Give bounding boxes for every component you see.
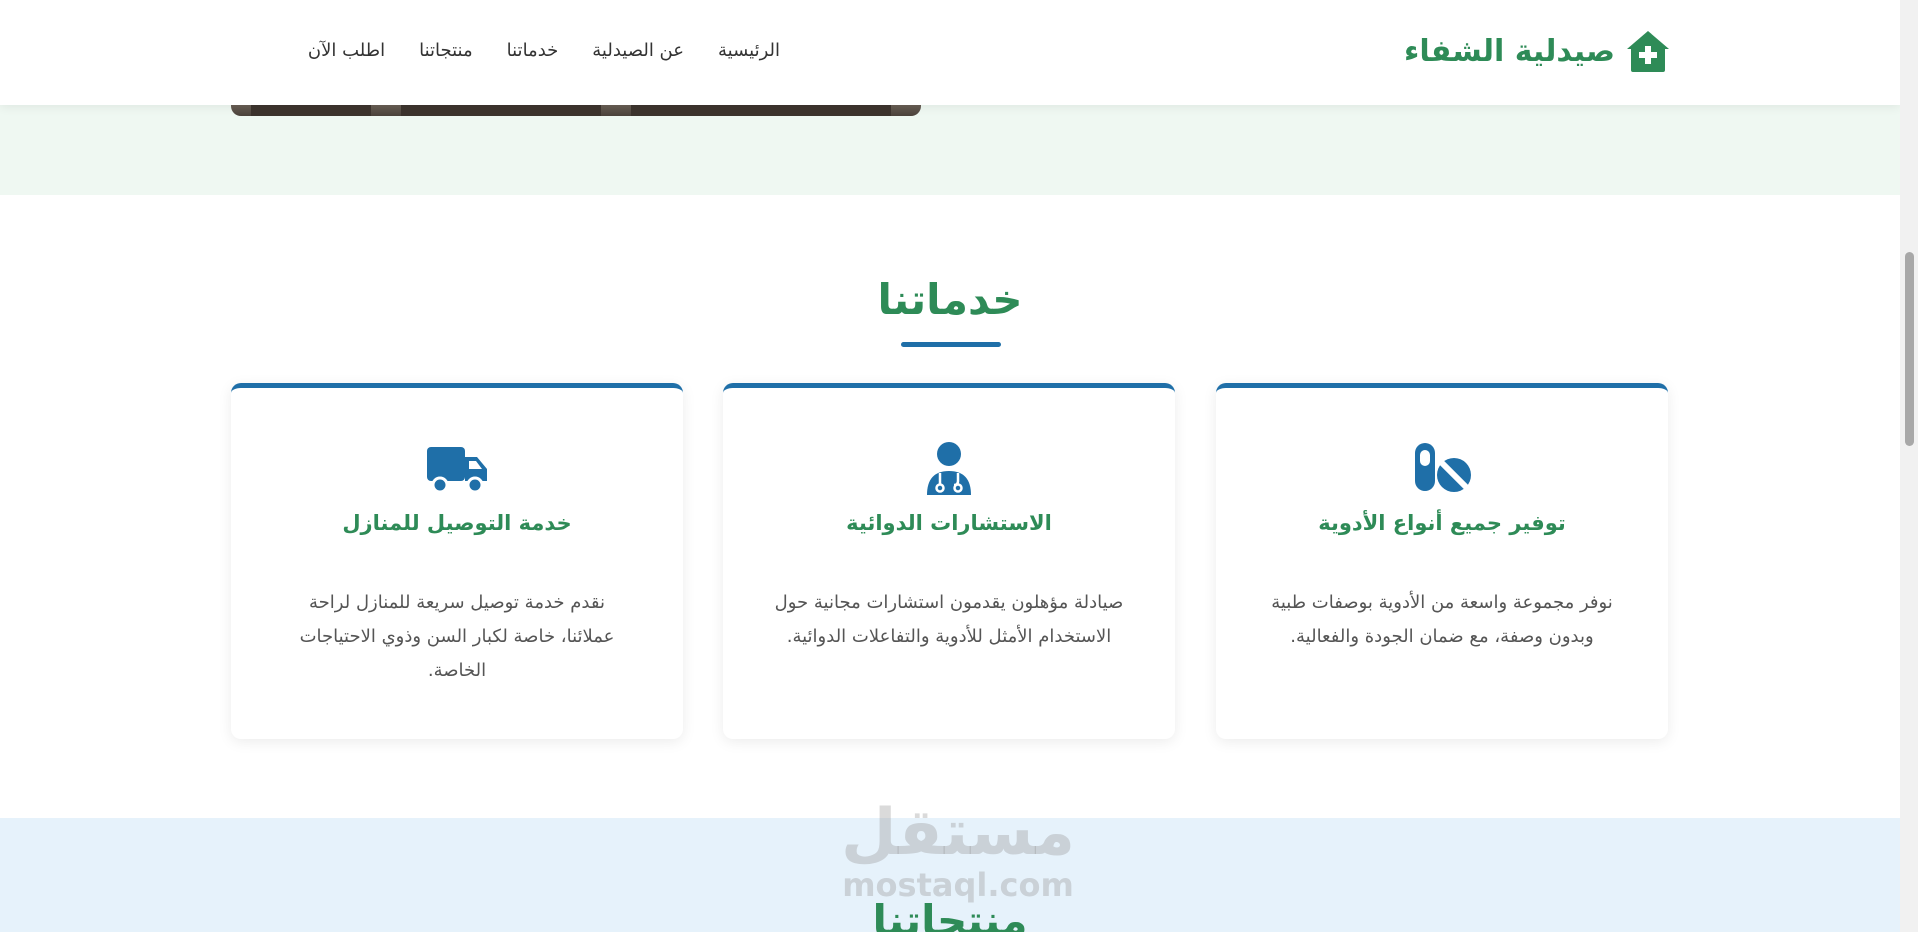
service-card-delivery: خدمة التوصيل للمنازل نقدم خدمة توصيل سري… xyxy=(231,383,683,739)
card-title: توفير جميع أنواع الأدوية xyxy=(1318,511,1566,535)
nav-link-about[interactable]: عن الصيدلية xyxy=(592,40,684,61)
scrollbar-thumb[interactable] xyxy=(1905,252,1914,446)
truck-icon xyxy=(427,447,487,494)
main-nav: الرئيسية عن الصيدلية خدماتنا منتجاتنا اط… xyxy=(308,40,780,61)
service-card-consultations: الاستشارات الدوائية صيادلة مؤهلون يقدمون… xyxy=(723,383,1175,739)
house-medical-icon xyxy=(1627,31,1669,72)
scrollbar[interactable] xyxy=(1900,0,1918,932)
nav-link-products[interactable]: منتجاتنا xyxy=(419,40,473,61)
watermark: مستقل mostaql.com xyxy=(840,798,1076,902)
user-doctor-icon xyxy=(927,442,971,495)
nav-link-order-now[interactable]: اطلب الآن xyxy=(308,40,385,61)
nav-link-home[interactable]: الرئيسية xyxy=(718,40,780,61)
watermark-url: mostaql.com xyxy=(842,866,1074,904)
nav-link-services[interactable]: خدماتنا xyxy=(507,40,559,61)
card-text: نوفر مجموعة واسعة من الأدوية بوصفات طبية… xyxy=(1271,592,1613,647)
logo[interactable]: صيدلية الشفاء xyxy=(1404,28,1671,74)
card-title: خدمة التوصيل للمنازل xyxy=(342,511,572,535)
card-title: الاستشارات الدوائية xyxy=(846,511,1052,535)
card-text: نقدم خدمة توصيل سريعة للمنازل لراحة عملا… xyxy=(299,592,615,681)
services-title: خدماتنا xyxy=(877,275,1023,324)
pills-icon xyxy=(1415,443,1471,492)
title-underline xyxy=(901,342,1001,347)
service-card-medicines: توفير جميع أنواع الأدوية نوفر مجموعة واس… xyxy=(1216,383,1668,739)
logo-text: صيدلية الشفاء xyxy=(1404,33,1615,69)
watermark-arabic: مستقل xyxy=(840,796,1076,870)
card-text: صيادلة مؤهلون يقدمون استشارات مجانية حول… xyxy=(774,592,1124,647)
